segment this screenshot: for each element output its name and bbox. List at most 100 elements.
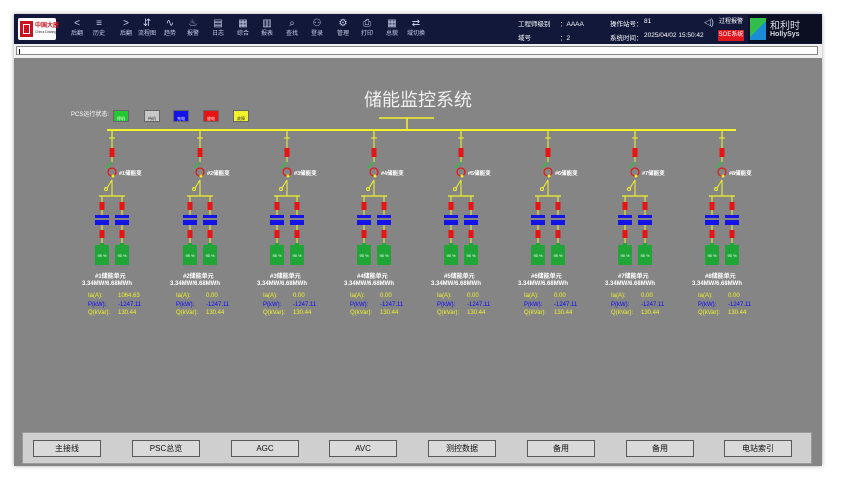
log-icon: ▤ xyxy=(213,18,223,29)
reactive-power-label: Q(kVar): xyxy=(176,310,199,316)
nav-button-5[interactable]: 备用 xyxy=(527,440,595,457)
storage-unit-name: #2储能单元 xyxy=(183,274,214,280)
transformer-node xyxy=(721,174,725,178)
reactive-power-label: Q(kVar): xyxy=(524,310,547,316)
battery-terminal xyxy=(710,243,714,245)
transformer-label: #4储能变 xyxy=(381,171,404,177)
page-title: 储能监控系统 xyxy=(364,90,472,110)
pcs-status-swatch-label: 停机 xyxy=(117,116,125,121)
transformer-node xyxy=(111,174,115,178)
reactive-power-label: Q(kVar): xyxy=(611,310,634,316)
soe-system-button[interactable]: SOE系统 xyxy=(718,30,744,41)
transformer-node xyxy=(540,187,544,191)
nav-button-6[interactable]: 备用 xyxy=(626,440,694,457)
logo-mark-icon xyxy=(20,21,33,37)
alarm-buttons: 过程报警 SOE系统 xyxy=(718,17,744,41)
reactive-power-label: Q(kVar): xyxy=(437,310,460,316)
company-logo: 中国大唐 China Datang xyxy=(18,18,59,40)
transformer-node xyxy=(199,174,203,178)
current-value: 0.00 xyxy=(293,293,305,299)
disconnector-switch xyxy=(628,161,636,169)
nav-button-3[interactable]: AVC xyxy=(329,440,397,457)
active-power-label: P(kW): xyxy=(437,302,456,308)
current-label: Ia(A): xyxy=(88,293,103,299)
storage-unit-name: #1储能单元 xyxy=(95,274,126,280)
zone-label: 域号 xyxy=(518,35,531,42)
active-power-label: P(kW): xyxy=(698,302,717,308)
transformer-lead xyxy=(542,179,549,189)
dc-breaker xyxy=(729,230,735,238)
battery-terminal xyxy=(623,243,627,245)
current-value: 1064.63 xyxy=(118,293,140,299)
transformer-winding xyxy=(107,167,117,177)
chevron-right-icon: > xyxy=(123,18,129,29)
active-power-label: P(kW): xyxy=(88,302,107,308)
transformer-winding xyxy=(195,167,205,177)
battery-soc-label: 95 % xyxy=(640,253,650,258)
pcs-converter xyxy=(270,215,284,225)
dc-breaker xyxy=(361,230,367,238)
pcs-status-swatch: 停机 xyxy=(113,110,129,122)
battery-soc-label: 95 % xyxy=(117,253,127,258)
nav-button-1[interactable]: PSC总览 xyxy=(132,440,200,457)
toolbar-button-10[interactable]: ⚇ 登录 xyxy=(306,17,328,43)
reactive-power-value: 130.44 xyxy=(641,310,660,316)
current-label: Ia(A): xyxy=(437,293,452,299)
pcs-converter xyxy=(638,215,652,225)
speaker-icon[interactable]: ◁) xyxy=(704,17,714,28)
process-alarm-button[interactable]: 过程报警 xyxy=(718,17,744,28)
transformer-node xyxy=(627,187,631,191)
dc-breaker xyxy=(207,230,213,238)
hv-breaker xyxy=(284,148,290,157)
transformer-node xyxy=(714,187,718,191)
disconnector-switch xyxy=(367,161,375,169)
battery-terminal xyxy=(100,243,104,245)
pcs-converter xyxy=(531,215,545,225)
current-label: Ia(A): xyxy=(263,293,278,299)
reactive-power-label: Q(kVar): xyxy=(698,310,721,316)
menu-icon: ≡ xyxy=(96,18,102,29)
nav-button-2[interactable]: AGC xyxy=(231,440,299,457)
lv-breaker xyxy=(207,202,213,210)
disconnector-switch xyxy=(715,161,723,169)
brand-logo: 和利时 HollySys xyxy=(748,15,822,43)
active-power-value: -1247.11 xyxy=(206,302,230,308)
engineer-level-value: ：AAAA xyxy=(560,21,584,28)
pcs-converter xyxy=(203,215,217,225)
active-power-value: -1247.11 xyxy=(118,302,142,308)
pcs-status-swatch: 充电 xyxy=(173,110,189,122)
pcs-converter xyxy=(725,215,739,225)
nav-button-4[interactable]: 测控数据 xyxy=(428,440,496,457)
transformer-label: #6储能变 xyxy=(555,171,578,177)
battery-terminal xyxy=(275,243,279,245)
lv-breaker xyxy=(294,202,300,210)
toolbar-button-14[interactable]: ⇄ 域切换 xyxy=(405,17,427,43)
transformer-node xyxy=(286,174,290,178)
reactive-power-value: 130.44 xyxy=(554,310,573,316)
battery-terminal xyxy=(730,243,734,245)
lv-breaker xyxy=(99,202,105,210)
storage-unit-capacity: 3.34MW/6.68MWh xyxy=(692,281,743,287)
battery-terminal xyxy=(362,243,366,245)
brand-text-cn: 和利时 xyxy=(770,21,800,32)
nav-button-7[interactable]: 电站索引 xyxy=(724,440,792,457)
active-power-label: P(kW): xyxy=(611,302,630,308)
transformer-node xyxy=(547,174,551,178)
battery-terminal xyxy=(188,243,192,245)
hv-breaker xyxy=(109,148,115,157)
toolbar-button-1[interactable]: ≡ 历史 xyxy=(88,17,110,43)
address-input[interactable] xyxy=(16,46,818,55)
pcs-converter xyxy=(444,215,458,225)
active-power-label: P(kW): xyxy=(350,302,369,308)
storage-unit-capacity: 3.34MW/6.68MWh xyxy=(431,281,482,287)
lv-breaker xyxy=(729,202,735,210)
disconnector-switch xyxy=(541,161,549,169)
dc-breaker xyxy=(99,230,105,238)
pcs-converter xyxy=(357,215,371,225)
brand-mark-icon xyxy=(750,18,766,40)
lv-breaker xyxy=(119,202,125,210)
station-value: 81 xyxy=(644,18,652,25)
battery-soc-label: 95 % xyxy=(379,253,389,258)
transformer-node xyxy=(366,187,370,191)
nav-button-0[interactable]: 主接线 xyxy=(33,440,101,457)
